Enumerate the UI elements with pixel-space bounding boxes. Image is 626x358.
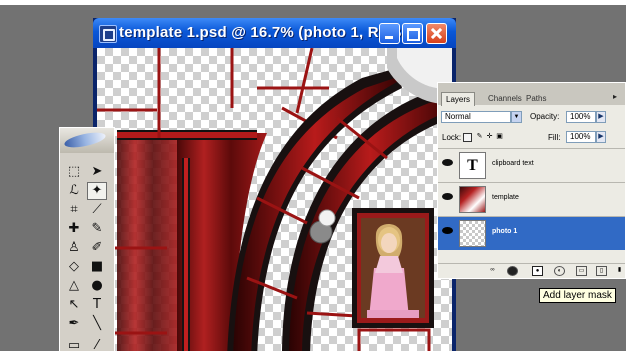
gradient-tool-icon[interactable]: ■ bbox=[87, 258, 107, 276]
lock-transparency-icon[interactable] bbox=[463, 133, 472, 142]
layer-thumbnail: T bbox=[459, 152, 486, 179]
trash-icon[interactable]: ▮ bbox=[614, 266, 625, 276]
crop-tool-icon[interactable]: ⌗ bbox=[64, 201, 84, 219]
layers-palette-footer: ∞ ● ◐ ▭ ▯ ▮ bbox=[438, 263, 625, 279]
new-layer-icon[interactable]: ▯ bbox=[596, 266, 607, 276]
chevron-down-icon[interactable]: ▼ bbox=[511, 111, 522, 123]
lock-all-icon[interactable]: ▣ bbox=[495, 133, 504, 142]
visibility-eye-icon[interactable] bbox=[442, 227, 453, 234]
photoshop-document-icon bbox=[99, 25, 117, 43]
opacity-label: Opacity: bbox=[530, 112, 560, 121]
layer-row-photo-1[interactable]: photo 1 bbox=[438, 216, 625, 250]
marquee-tool-icon[interactable]: ⬚ bbox=[64, 163, 84, 181]
dodge-tool-icon[interactable]: ● bbox=[87, 277, 107, 295]
new-group-icon[interactable]: ▭ bbox=[576, 266, 587, 276]
opacity-slider-arrow-icon[interactable]: ▶ bbox=[596, 111, 606, 123]
fill-slider-arrow-icon[interactable]: ▶ bbox=[596, 131, 606, 143]
tools-palette[interactable]: ⬚ ➤ ℒ ✦ ⌗ ⟋ ✚ ✎ ♙ ✐ ◇ ■ △ ● ↖ T ✒ ╲ ▭ ⁄ bbox=[59, 127, 115, 358]
magic-wand-tool-icon[interactable]: ✦ bbox=[87, 182, 107, 200]
layer-name: photo 1 bbox=[492, 228, 518, 235]
move-tool-icon[interactable]: ➤ bbox=[87, 163, 107, 181]
palette-menu-icon[interactable]: ▸ bbox=[613, 92, 617, 101]
top-border bbox=[0, 0, 626, 5]
template-artwork bbox=[97, 48, 452, 358]
bottom-border bbox=[0, 351, 626, 358]
visibility-eye-icon[interactable] bbox=[442, 193, 453, 200]
document-canvas[interactable] bbox=[97, 48, 452, 358]
layer-row-clipboard-text[interactable]: T clipboard text bbox=[438, 148, 625, 182]
lock-image-icon[interactable]: ✎ bbox=[475, 133, 484, 142]
type-tool-icon[interactable]: T bbox=[87, 296, 107, 314]
maximize-button[interactable] bbox=[402, 23, 423, 44]
link-layers-icon[interactable]: ∞ bbox=[487, 266, 498, 276]
fill-label: Fill: bbox=[548, 133, 561, 142]
screen: template 1.psd @ 16.7% (photo 1, RGB/... bbox=[0, 0, 626, 358]
tab-channels[interactable]: Channels bbox=[484, 92, 526, 105]
layer-name: template bbox=[492, 194, 519, 201]
brush-tool-icon[interactable]: ✎ bbox=[87, 220, 107, 238]
close-button[interactable] bbox=[426, 23, 447, 44]
tools-palette-header[interactable] bbox=[60, 128, 114, 153]
minimize-button[interactable] bbox=[379, 23, 400, 44]
layer-name: clipboard text bbox=[492, 160, 534, 167]
lock-position-icon[interactable]: ✛ bbox=[485, 133, 494, 142]
healing-brush-tool-icon[interactable]: ✚ bbox=[64, 220, 84, 238]
feather-icon bbox=[63, 129, 107, 151]
layer-thumbnail bbox=[459, 220, 486, 247]
path-selection-tool-icon[interactable]: ↖ bbox=[64, 296, 84, 314]
document-title: template 1.psd @ 16.7% (photo 1, RGB/... bbox=[119, 24, 420, 41]
slice-tool-icon[interactable]: ⟋ bbox=[87, 201, 107, 219]
layers-palette[interactable]: Layers Channels Paths ▸ Normal ▼ Opacity… bbox=[437, 82, 626, 279]
document-window[interactable]: template 1.psd @ 16.7% (photo 1, RGB/... bbox=[93, 18, 456, 358]
tooltip: Add layer mask bbox=[539, 288, 616, 303]
blur-tool-icon[interactable]: △ bbox=[64, 277, 84, 295]
clone-stamp-tool-icon[interactable]: ♙ bbox=[64, 239, 84, 257]
pen-tool-icon[interactable]: ✒ bbox=[64, 315, 84, 333]
visibility-eye-icon[interactable] bbox=[442, 159, 453, 166]
adjustment-layer-icon[interactable]: ◐ bbox=[554, 266, 565, 276]
opacity-field[interactable]: 100% bbox=[566, 111, 596, 123]
blend-mode-select[interactable]: Normal bbox=[441, 111, 511, 123]
history-brush-tool-icon[interactable]: ✐ bbox=[87, 239, 107, 257]
layers-palette-tabs: Layers Channels Paths ▸ bbox=[438, 83, 625, 106]
lock-label: Lock: bbox=[442, 133, 462, 142]
document-titlebar[interactable]: template 1.psd @ 16.7% (photo 1, RGB/... bbox=[93, 18, 456, 48]
tab-layers[interactable]: Layers bbox=[441, 92, 476, 106]
line-tool-icon[interactable]: ╲ bbox=[87, 315, 107, 333]
tab-paths[interactable]: Paths bbox=[522, 92, 550, 105]
lasso-tool-icon[interactable]: ℒ bbox=[64, 182, 84, 200]
eraser-tool-icon[interactable]: ◇ bbox=[64, 258, 84, 276]
layer-row-template[interactable]: template bbox=[438, 182, 625, 216]
layer-thumbnail bbox=[459, 186, 486, 213]
add-layer-mask-icon[interactable]: ● bbox=[532, 266, 543, 276]
fill-field[interactable]: 100% bbox=[566, 131, 596, 143]
layer-style-icon[interactable] bbox=[507, 266, 518, 276]
